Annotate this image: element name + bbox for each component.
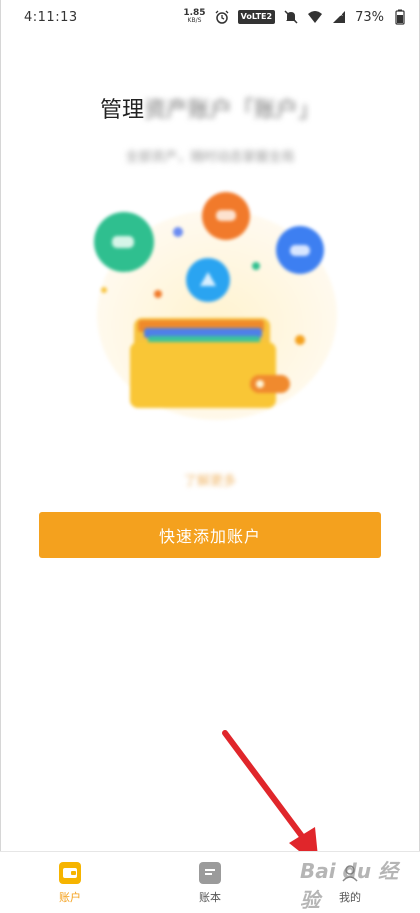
nav-item-label: 账本 [199,891,221,904]
wallet-illustration [94,192,337,420]
learn-more-link[interactable]: 了解更多 [0,470,420,489]
ledger-icon [199,862,221,884]
page-title-blurred: 资产账户「账户」 [144,98,321,123]
status-bar: 4:11:13 1.85 KB/S VoLTE2 x 73% [0,0,420,34]
battery-percent: 73% [355,9,384,25]
volte-badge: VoLTE2 [237,10,276,24]
baidu-watermark: Bai du 经验 [300,859,399,912]
status-time: 4:11:13 [24,10,78,25]
signal-icon: x [333,11,346,23]
quick-add-account-button[interactable]: 快速添加账户 [39,512,381,558]
alarm-icon [215,10,229,24]
nav-item-ledger[interactable]: 账本 [140,852,280,910]
page-title-clear: 管理 [99,98,144,123]
network-speed-unit: KB/S [187,17,202,24]
battery-icon [395,9,405,25]
network-speed: 1.85 KB/S [183,9,205,25]
nav-item-label: 账户 [59,891,81,904]
status-indicators: 1.85 KB/S VoLTE2 x 73% [183,6,408,28]
nav-item-accounts[interactable]: 账户 [0,852,140,910]
page-title: 管理资产账户「账户」 [0,92,420,124]
wallet-icon [59,862,81,884]
frame-edge-left [0,0,1,909]
mute-bell-icon [284,10,298,24]
network-speed-value: 1.85 [183,8,206,18]
svg-text:x: x [340,12,343,18]
page-subtitle: 全部资产，随时动态掌握全局 [125,150,295,165]
wifi-icon [308,11,323,23]
